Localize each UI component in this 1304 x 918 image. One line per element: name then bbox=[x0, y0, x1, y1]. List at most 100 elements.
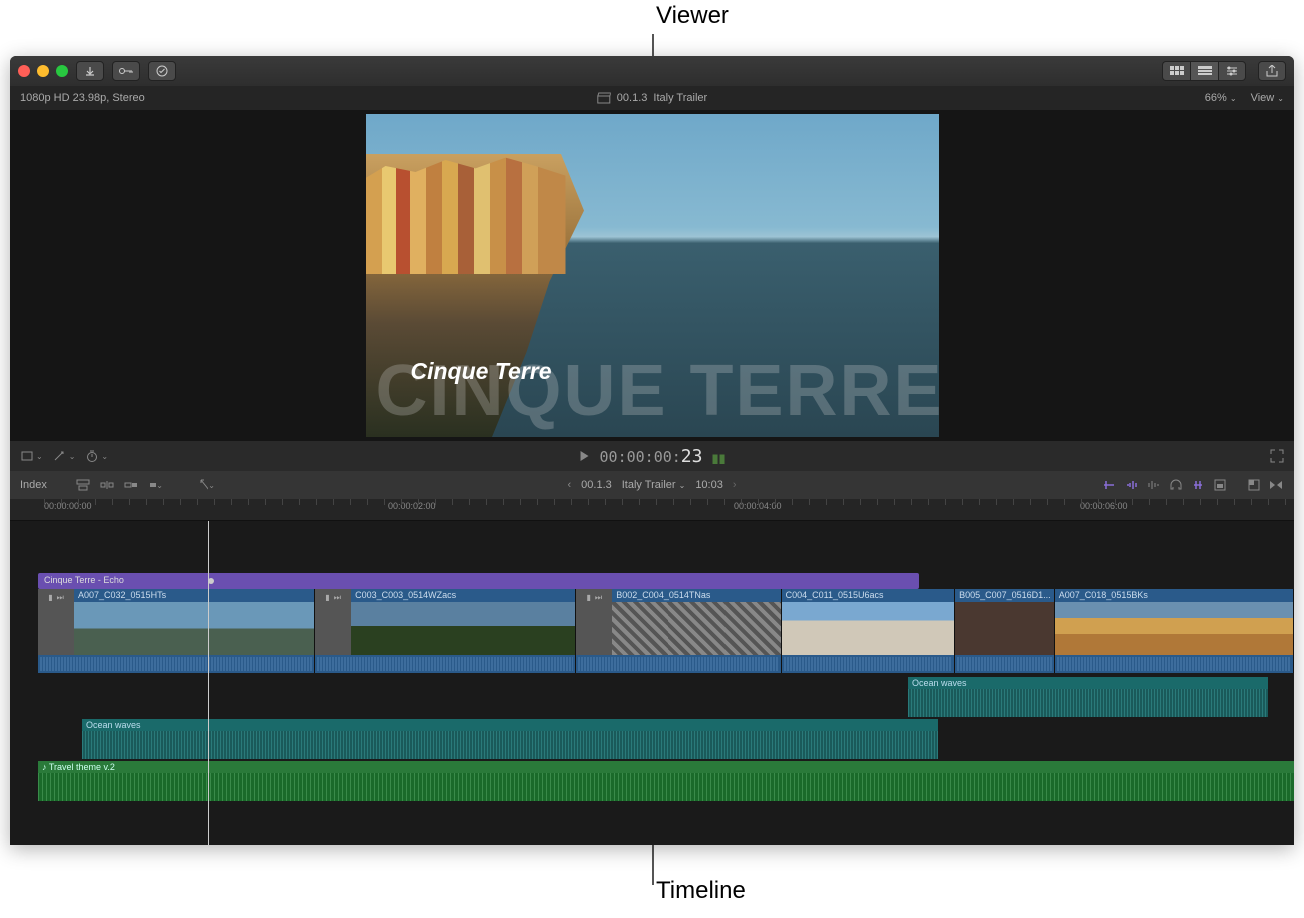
zoom-dropdown[interactable]: 66% ⌄ bbox=[1205, 92, 1237, 104]
clip-thumbnails bbox=[612, 602, 780, 655]
clip-audio-waveform bbox=[38, 655, 314, 673]
timeline-next-button[interactable]: › bbox=[733, 479, 737, 491]
timeline-toolbar: Index ⌄ ⌄ ‹ 00.1.3 Italy Trailer ⌄ 10:03… bbox=[10, 471, 1294, 499]
connected-audio-clip[interactable]: Ocean waves bbox=[82, 719, 938, 759]
expand-icon bbox=[1270, 449, 1284, 463]
app-window: 1080p HD 23.98p, Stereo 00.1.3 Italy Tra… bbox=[10, 56, 1294, 845]
ruler-tick: 00:00:02:00 bbox=[388, 501, 436, 511]
download-arrow-icon bbox=[85, 66, 95, 76]
audio-meter bbox=[712, 448, 724, 464]
transitions-browser-button[interactable] bbox=[1268, 478, 1284, 492]
insert-clip-button[interactable] bbox=[99, 478, 115, 492]
timecode-display[interactable]: 00:00:00:23 bbox=[600, 446, 703, 467]
clip-label: A007_C032_0515HTs bbox=[74, 589, 314, 602]
skimming-button[interactable] bbox=[1102, 478, 1118, 492]
import-button[interactable] bbox=[76, 61, 104, 81]
video-clip[interactable]: B005_C007_0516D1... bbox=[955, 589, 1055, 673]
viewer-infobar: 1080p HD 23.98p, Stereo 00.1.3 Italy Tra… bbox=[10, 86, 1294, 110]
callout-viewer-label: Viewer bbox=[656, 2, 729, 30]
retime-dropdown[interactable]: ⌄ bbox=[85, 450, 108, 462]
buildings-graphic bbox=[366, 154, 566, 274]
connected-audio-clip[interactable]: Ocean waves bbox=[908, 677, 1268, 717]
view-dropdown[interactable]: View ⌄ bbox=[1251, 92, 1284, 104]
video-clip[interactable]: ▮⏭C003_C003_0514WZacs bbox=[315, 589, 576, 673]
append-clip-button[interactable] bbox=[123, 478, 139, 492]
audio-skimming-button[interactable] bbox=[1124, 478, 1140, 492]
snapping-button[interactable] bbox=[1190, 478, 1206, 492]
video-clip[interactable]: A007_C018_0515BKs bbox=[1055, 589, 1294, 673]
clip-thumbnails bbox=[1055, 602, 1293, 655]
key-icon bbox=[119, 67, 133, 75]
project-name-label: Italy Trailer bbox=[653, 92, 707, 104]
index-button[interactable]: Index bbox=[20, 479, 47, 491]
clip-audio-waveform bbox=[782, 655, 954, 673]
clip-thumbnails bbox=[351, 602, 575, 655]
ruler-tick: 00:00:06:00 bbox=[1080, 501, 1128, 511]
primary-storyline: ▮⏭A007_C032_0515HTs▮⏭C003_C003_0514WZacs… bbox=[38, 589, 1294, 673]
clapperboard-icon bbox=[597, 92, 611, 104]
timeline-prev-button[interactable]: ‹ bbox=[567, 479, 571, 491]
viewer-area[interactable]: CINQUE TERRE Cinque Terre bbox=[10, 110, 1294, 441]
fullscreen-button[interactable] bbox=[1270, 449, 1284, 463]
clip-label: A007_C018_0515BKs bbox=[1055, 589, 1293, 602]
video-clip[interactable]: ▮⏭A007_C032_0515HTs bbox=[38, 589, 315, 673]
playback-bar: ⌄ ⌄ ⌄ 00:00:00:23 bbox=[10, 441, 1294, 471]
callout-timeline-line bbox=[652, 845, 654, 885]
clip-audio-waveform bbox=[955, 655, 1054, 673]
background-tasks-button[interactable] bbox=[148, 61, 176, 81]
effects-browser-button[interactable] bbox=[1246, 478, 1262, 492]
title-clip-label: Cinque Terre - Echo bbox=[44, 575, 124, 585]
video-clip[interactable]: C004_C011_0515U6acs bbox=[782, 589, 955, 673]
keyword-button[interactable] bbox=[112, 61, 140, 81]
enhancements-dropdown[interactable]: ⌄ bbox=[53, 450, 76, 462]
clip-audio-waveform bbox=[1055, 655, 1293, 673]
audio-clip-label: Ocean waves bbox=[908, 677, 1268, 689]
play-icon[interactable] bbox=[580, 450, 590, 462]
minimize-window-button[interactable] bbox=[37, 65, 49, 77]
transform-dropdown[interactable]: ⌄ bbox=[20, 450, 43, 462]
timeline-project-id: 00.1.3 bbox=[581, 479, 612, 491]
timeline-layout-icon bbox=[1198, 66, 1212, 76]
wand-icon bbox=[53, 450, 67, 462]
show-timeline-button[interactable] bbox=[1190, 61, 1218, 81]
viewer-frame: CINQUE TERRE Cinque Terre bbox=[366, 114, 939, 437]
share-button[interactable] bbox=[1258, 61, 1286, 81]
video-clip[interactable]: ▮⏭B002_C004_0514TNas bbox=[576, 589, 781, 673]
share-icon bbox=[1266, 65, 1278, 77]
callout-timeline-label: Timeline bbox=[656, 877, 746, 905]
music-clip-label: ♪ Travel theme v.2 bbox=[38, 761, 1294, 773]
show-inspector-button[interactable] bbox=[1218, 61, 1246, 81]
project-id-label: 00.1.3 bbox=[617, 92, 648, 104]
clip-audio-waveform bbox=[315, 655, 575, 673]
sliders-icon bbox=[1226, 66, 1238, 76]
clip-appearance-button[interactable] bbox=[1212, 478, 1228, 492]
clip-thumbnails bbox=[782, 602, 954, 655]
clip-label: C003_C003_0514WZacs bbox=[351, 589, 575, 602]
clip-label: C004_C011_0515U6acs bbox=[782, 589, 954, 602]
grid-icon bbox=[1170, 66, 1184, 76]
overwrite-clip-button[interactable]: ⌄ bbox=[147, 478, 163, 492]
show-browser-button[interactable] bbox=[1162, 61, 1190, 81]
titlebar bbox=[10, 56, 1294, 86]
ruler-tick: 00:00:00:00 bbox=[44, 501, 92, 511]
window-controls bbox=[18, 65, 68, 77]
clip-thumbnails bbox=[74, 602, 314, 655]
connect-clip-button[interactable] bbox=[75, 478, 91, 492]
checkmark-circle-icon bbox=[156, 65, 168, 77]
playhead[interactable] bbox=[208, 521, 209, 845]
timeline-project-dropdown[interactable]: Italy Trailer ⌄ bbox=[622, 479, 686, 491]
timeline-ruler[interactable]: 00:00:00:00 00:00:02:00 00:00:04:00 00:0… bbox=[10, 499, 1294, 521]
clip-audio-waveform bbox=[576, 655, 780, 673]
music-clip[interactable]: ♪ Travel theme v.2 bbox=[38, 761, 1294, 801]
layout-toggle-group bbox=[1162, 61, 1246, 81]
clip-label: B005_C007_0516D1... bbox=[955, 589, 1054, 602]
zoom-window-button[interactable] bbox=[56, 65, 68, 77]
tools-dropdown[interactable]: ⌄ bbox=[199, 478, 215, 492]
format-label: 1080p HD 23.98p, Stereo bbox=[20, 92, 145, 104]
title-clip[interactable]: Cinque Terre - Echo bbox=[38, 573, 919, 589]
headphones-icon[interactable] bbox=[1168, 478, 1184, 492]
solo-button[interactable] bbox=[1146, 478, 1162, 492]
close-window-button[interactable] bbox=[18, 65, 30, 77]
clip-label: B002_C004_0514TNas bbox=[612, 589, 780, 602]
timeline-area[interactable]: Cinque Terre - Echo ▮⏭A007_C032_0515HTs▮… bbox=[10, 521, 1294, 845]
